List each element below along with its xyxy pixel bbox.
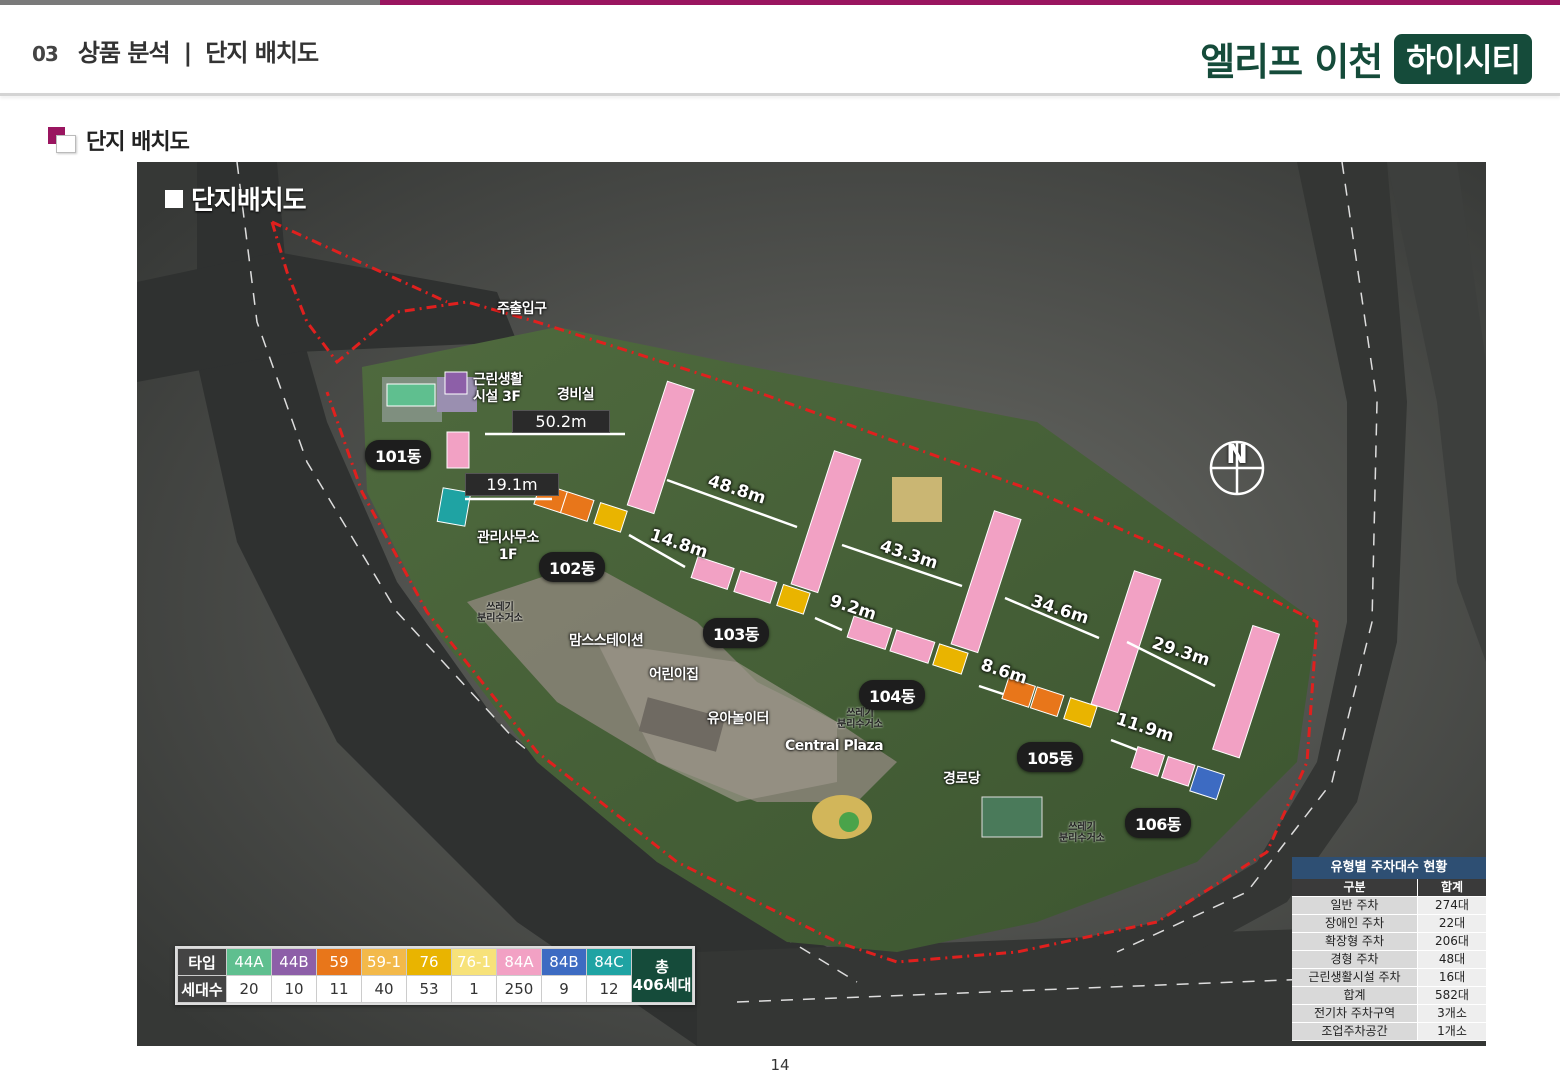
- parking-title: 유형별 주차대수 현황: [1292, 857, 1486, 879]
- building-102: 102동: [539, 552, 606, 582]
- parking-row-label: 경형 주차: [1292, 950, 1418, 969]
- brand-text: 엘리프 이천: [1200, 40, 1383, 84]
- breadcrumb-sub: 단지 배치도: [205, 39, 319, 67]
- parking-row-label: 장애인 주차: [1292, 914, 1418, 933]
- label-playground: 유아놀이터: [707, 711, 769, 727]
- parking-col-header: 합계: [1417, 879, 1486, 897]
- label-management-office: 관리사무소 1F: [477, 530, 539, 563]
- section-title: 단지 배치도: [86, 130, 190, 155]
- section-bullet-icon: [48, 127, 76, 153]
- label-daycare: 어린이집: [649, 667, 699, 683]
- parking-row-label: 확장형 주차: [1292, 932, 1418, 951]
- legend-type: 76-1: [451, 948, 497, 976]
- table-row: 장애인 주차 22대: [1292, 914, 1486, 933]
- label-mom-station: 맘스스테이션: [569, 633, 644, 649]
- map-title: 단지배치도: [165, 180, 307, 217]
- parking-row-value: 48대: [1417, 950, 1486, 969]
- parking-row-value: 1개소: [1417, 1022, 1486, 1041]
- table-row: 일반 주차 274대: [1292, 896, 1486, 915]
- table-row: 확장형 주차 206대: [1292, 932, 1486, 951]
- legend-type: 84B: [541, 948, 587, 976]
- compass-icon: [1209, 440, 1265, 496]
- page-header: 03 상품 분석 | 단지 배치도 엘리프 이천 하이시티: [0, 5, 1560, 93]
- parking-col-header: 구분: [1292, 879, 1418, 897]
- building-104: 104동: [859, 680, 926, 710]
- header-divider: [0, 93, 1560, 96]
- section-heading: 단지 배치도: [48, 124, 190, 156]
- parking-row-label: 전기차 주차구역: [1292, 1004, 1418, 1023]
- unit-type-legend: 타입 44A 44B 59 59-1 76 76-1 84A 84B 84C 총…: [175, 946, 695, 1005]
- label-retail: 근린생활 시설 3F: [473, 372, 523, 405]
- building-105: 105동: [1017, 742, 1084, 772]
- legend-total: 총 406세대: [631, 948, 693, 1003]
- parking-row-value: 206대: [1417, 932, 1486, 951]
- legend-type: 44B: [271, 948, 317, 976]
- breadcrumb-separator: |: [183, 39, 193, 67]
- label-senior-center: 경로당: [943, 771, 981, 787]
- legend-count: 10: [271, 975, 317, 1003]
- site-plan-drawing: [137, 162, 1486, 1046]
- legend-count: 40: [361, 975, 407, 1003]
- map-title-square-icon: [165, 189, 183, 208]
- legend-count-header: 세대수: [177, 975, 227, 1003]
- legend-type: 84C: [586, 948, 632, 976]
- site-plan-map: 단지배치도 주출입구 근린생활 시설 3F 경비실 관리사무소 1F 맘스스테이…: [137, 162, 1486, 1046]
- table-row: 조업주차공간 1개소: [1292, 1022, 1486, 1041]
- table-row: 합계 582대: [1292, 986, 1486, 1005]
- legend-type-header: 타입: [177, 948, 227, 976]
- label-main-entrance: 주출입구: [497, 301, 547, 317]
- parking-row-label: 근린생활시설 주차: [1292, 968, 1418, 987]
- parking-row-label: 합계: [1292, 986, 1418, 1005]
- breadcrumb-main: 상품 분석: [77, 39, 171, 67]
- parking-summary-table: 유형별 주차대수 현황 구분 합계 일반 주차 274대 장애인 주차 22대 확장형…: [1292, 857, 1486, 1041]
- legend-type: 84A: [496, 948, 542, 976]
- legend-count: 20: [226, 975, 272, 1003]
- table-row: 근린생활시설 주차 16대: [1292, 968, 1486, 987]
- table-row: 경형 주차 48대: [1292, 950, 1486, 969]
- label-waste-1: 쓰레기 분리수거소: [477, 602, 523, 624]
- parking-row-value: 582대: [1417, 986, 1486, 1005]
- north-arrow: N: [1209, 440, 1265, 526]
- building-103: 103동: [703, 618, 770, 648]
- parking-row-value: 16대: [1417, 968, 1486, 987]
- distance-label: 50.2m: [512, 410, 610, 433]
- legend-type: 59-1: [361, 948, 407, 976]
- page-number: 14: [770, 1056, 790, 1074]
- table-row: 전기차 주차구역 3개소: [1292, 1004, 1486, 1023]
- map-title-text: 단지배치도: [191, 186, 307, 216]
- legend-total-value: 406세대: [632, 975, 692, 994]
- label-waste-2: 쓰레기 분리수거소: [837, 708, 883, 730]
- legend-type: 44A: [226, 948, 272, 976]
- legend-count: 12: [586, 975, 632, 1003]
- brand-logo: 엘리프 이천 하이시티: [1200, 31, 1532, 86]
- legend-count: 9: [541, 975, 587, 1003]
- legend-total-label: 총: [655, 957, 669, 976]
- parking-row-value: 3개소: [1417, 1004, 1486, 1023]
- breadcrumb: 03 상품 분석 | 단지 배치도: [32, 33, 319, 68]
- legend-count: 53: [406, 975, 452, 1003]
- label-central-plaza: Central Plaza: [785, 738, 884, 754]
- legend-type: 76: [406, 948, 452, 976]
- distance-label: 19.1m: [465, 473, 559, 496]
- legend-type: 59: [316, 948, 362, 976]
- legend-count: 1: [451, 975, 497, 1003]
- parking-row-value: 22대: [1417, 914, 1486, 933]
- label-guard-house: 경비실: [557, 387, 595, 403]
- legend-count: 250: [496, 975, 542, 1003]
- section-number: 03: [32, 42, 59, 66]
- parking-row-label: 조업주차공간: [1292, 1022, 1418, 1041]
- label-waste-3: 쓰레기 분리수거소: [1059, 822, 1105, 844]
- building-106: 106동: [1125, 808, 1192, 838]
- building-101: 101동: [365, 440, 432, 470]
- parking-row-label: 일반 주차: [1292, 896, 1418, 915]
- brand-badge: 하이시티: [1394, 33, 1532, 84]
- parking-row-value: 274대: [1417, 896, 1486, 915]
- legend-count: 11: [316, 975, 362, 1003]
